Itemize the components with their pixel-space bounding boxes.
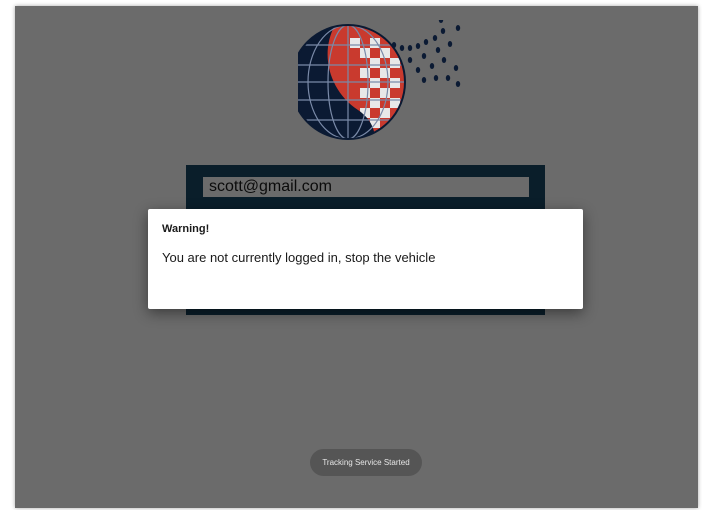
globe-logo-icon [298,20,461,140]
dialog-title: Warning! [162,223,210,235]
dialog-message: You are not currently logged in, stop th… [162,250,436,265]
warning-dialog: Warning! You are not currently logged in… [148,209,583,309]
app-screen: Warning! You are not currently logged in… [15,6,698,508]
toast-notification: Tracking Service Started [310,449,422,476]
device-frame: Warning! You are not currently logged in… [0,0,702,510]
email-field[interactable] [203,177,529,199]
